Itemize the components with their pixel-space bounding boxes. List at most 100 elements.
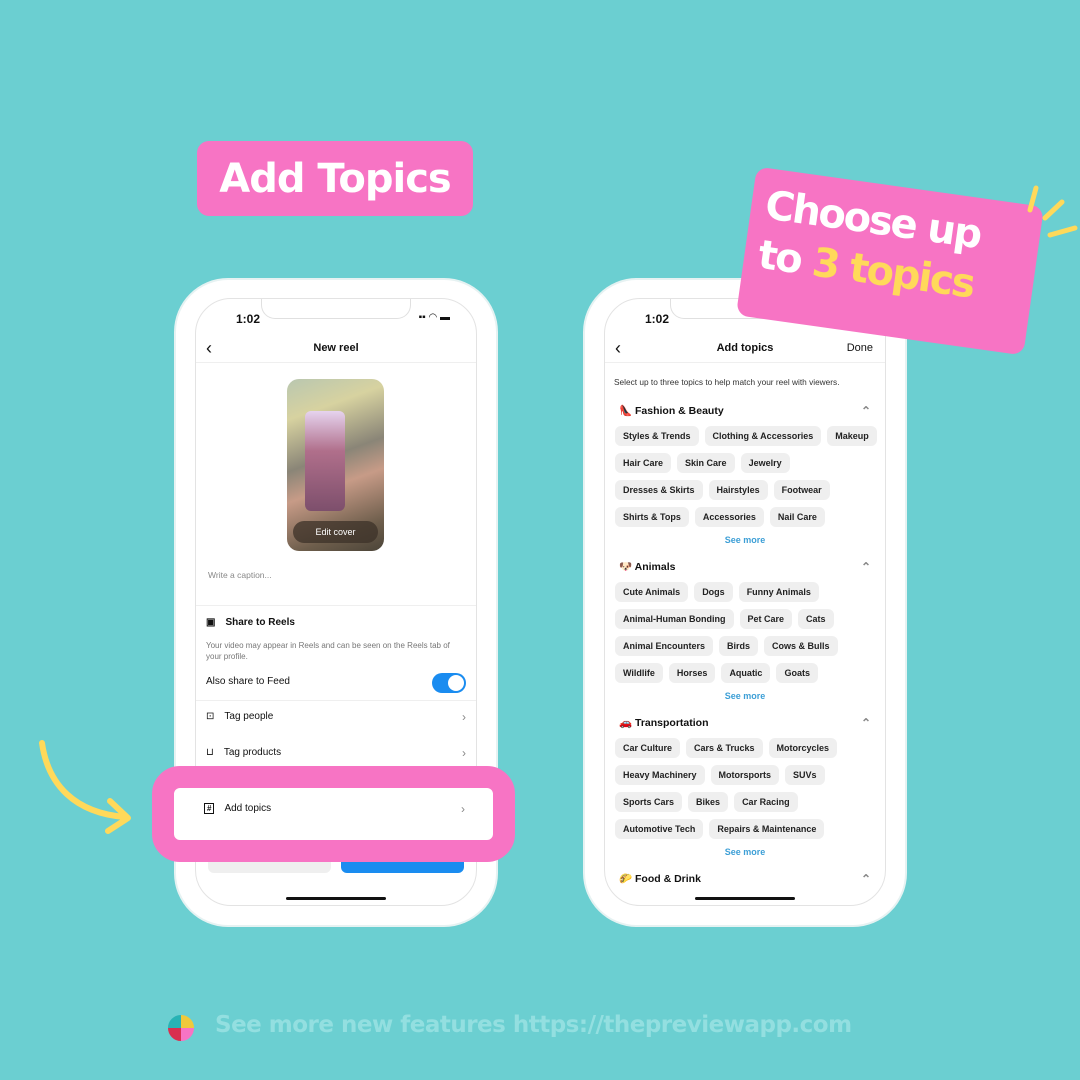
topic-chip[interactable]: Nail Care [769, 507, 825, 527]
section-title: Transportation [635, 717, 709, 729]
topic-chip[interactable]: SUVs [785, 765, 825, 785]
chip-row: Hair Care Skin Care Jewelry [615, 453, 790, 473]
edit-cover-button[interactable]: Edit cover [293, 521, 378, 543]
chip-row: Heavy Machinery Motorsports SUVs [615, 765, 825, 785]
feed-toggle[interactable] [432, 673, 466, 693]
topic-chip[interactable]: Footwear [773, 480, 830, 500]
topic-chip[interactable]: Hairstyles [708, 480, 768, 500]
topic-chip[interactable]: Funny Animals [738, 582, 819, 602]
add-topics-item[interactable]: # Add topics › [204, 802, 465, 816]
section-title: Food & Drink [635, 873, 701, 885]
topic-chip[interactable]: Skin Care [677, 453, 735, 473]
topic-chip[interactable]: Cows & Bulls [764, 636, 838, 656]
see-more-link[interactable]: See more [605, 847, 885, 857]
topic-chip[interactable]: Goats [776, 663, 818, 683]
topic-chip[interactable]: Jewelry [740, 453, 790, 473]
phone-add-topics: 1:02 ‹ Add topics Done Select up to three … [585, 280, 905, 925]
topic-chip[interactable]: Aquatic [721, 663, 771, 683]
callout-line2: to [755, 231, 816, 286]
share-title: Share to Reels [225, 617, 295, 628]
page-title: Add topics [716, 342, 774, 354]
section-header[interactable]: 🚗 Transportation ⌃ [619, 716, 871, 730]
tag-products-item[interactable]: ⊔ Tag products › [206, 745, 466, 760]
topic-chip[interactable]: Shirts & Tops [615, 507, 689, 527]
section-title: Animals [634, 561, 676, 573]
topics-description: Select up to three topics to help match … [614, 377, 840, 387]
page-title: New reel [313, 342, 359, 354]
topic-chip[interactable]: Cute Animals [615, 582, 689, 602]
footer-link[interactable]: See more new features https://thepreview… [215, 1012, 852, 1038]
arrow-icon [39, 740, 131, 834]
chip-row: Sports Cars Bikes Car Racing [615, 792, 798, 812]
shopping-bag-icon: ⊔ [206, 747, 214, 758]
topic-chip[interactable]: Car Culture [615, 738, 681, 758]
section-title: Fashion & Beauty [635, 405, 724, 417]
topic-chip[interactable]: Cats [798, 609, 834, 629]
chip-row: Animal Encounters Birds Cows & Bulls [615, 636, 838, 656]
topic-chip[interactable]: Sports Cars [615, 792, 683, 812]
chevron-up-icon[interactable]: ⌃ [861, 872, 871, 886]
topic-chip[interactable]: Motorcycles [768, 738, 838, 758]
section-header[interactable]: 🌮 Food & Drink ⌃ [619, 872, 871, 886]
share-description: Your video may appear in Reels and can b… [206, 641, 450, 661]
item-label: Tag people [224, 711, 274, 722]
chip-row: Shirts & Tops Accessories Nail Care [615, 507, 825, 527]
status-time: 1:02 [236, 312, 261, 326]
chip-row: Styles & Trends Clothing & Accessories Mak… [615, 426, 877, 446]
topic-chip[interactable]: Cars & Trucks [686, 738, 763, 758]
sparkle-icon [1027, 185, 1078, 238]
tag-people-item[interactable]: ⊡ Tag people › [206, 710, 466, 724]
topic-chip[interactable]: Automotive Tech [615, 819, 704, 839]
reels-icon: ▣ [206, 617, 216, 628]
notch [261, 299, 411, 319]
see-more-link[interactable]: See more [605, 535, 885, 545]
topic-chip[interactable]: Bikes [688, 792, 729, 812]
see-more-link[interactable]: See more [605, 691, 885, 701]
hashtag-icon: # [204, 803, 215, 814]
topic-chip[interactable]: Motorsports [710, 765, 780, 785]
topic-chip[interactable]: Wildlife [615, 663, 663, 683]
screen: 1:02 ‹ Add topics Done Select up to three … [604, 298, 886, 906]
section-emoji: 🌮 [619, 873, 633, 885]
topic-chip[interactable]: Hair Care [615, 453, 672, 473]
topic-chip[interactable]: Birds [719, 636, 759, 656]
cover-phone-image [305, 411, 345, 511]
section-emoji: 👠 [619, 405, 633, 417]
section-emoji: 🐶 [619, 561, 633, 573]
topic-chip[interactable]: Styles & Trends [615, 426, 699, 446]
chip-row: Cute Animals Dogs Funny Animals [615, 582, 819, 602]
topic-chip[interactable]: Clothing & Accessories [704, 426, 822, 446]
feed-toggle-label: Also share to Feed [206, 676, 290, 687]
chip-row: Car Culture Cars & Trucks Motorcycles [615, 738, 838, 758]
topic-chip[interactable]: Animal Encounters [615, 636, 714, 656]
topic-chip[interactable]: Pet Care [739, 609, 793, 629]
caption-input[interactable]: Write a caption... [208, 570, 272, 580]
back-button[interactable]: ‹ [206, 337, 212, 359]
back-button[interactable]: ‹ [615, 337, 621, 359]
topic-chip[interactable]: Animal-Human Bonding [615, 609, 734, 629]
topic-chip[interactable]: Dresses & Skirts [615, 480, 703, 500]
item-label: Tag products [223, 747, 282, 758]
topic-chip[interactable]: Heavy Machinery [615, 765, 705, 785]
done-button[interactable]: Done [847, 337, 873, 359]
topic-chip[interactable]: Makeup [827, 426, 877, 446]
section-emoji: 🚗 [619, 717, 633, 729]
chevron-up-icon[interactable]: ⌃ [861, 716, 871, 730]
chevron-up-icon[interactable]: ⌃ [861, 560, 871, 574]
section-header[interactable]: 🐶 Animals ⌃ [619, 560, 871, 574]
topic-chip[interactable]: Dogs [694, 582, 733, 602]
chevron-right-icon: › [462, 745, 466, 760]
topic-chip[interactable]: Accessories [694, 507, 764, 527]
tag-person-icon: ⊡ [206, 711, 215, 722]
topic-chip[interactable]: Car Racing [734, 792, 798, 812]
topic-chip[interactable]: Repairs & Maintenance [709, 819, 825, 839]
chip-row: Automotive Tech Repairs & Maintenance [615, 819, 825, 839]
chevron-up-icon[interactable]: ⌃ [861, 404, 871, 418]
chip-row: Dresses & Skirts Hairstyles Footwear [615, 480, 830, 500]
section-header[interactable]: 👠 Fashion & Beauty ⌃ [619, 404, 871, 418]
cover-thumbnail[interactable]: Edit cover [287, 379, 384, 551]
home-indicator [286, 897, 386, 900]
status-icons: ▪▪ ◠ ▬ [418, 312, 450, 323]
topic-chip[interactable]: Horses [668, 663, 716, 683]
headline-badge: Add Topics [197, 141, 473, 216]
